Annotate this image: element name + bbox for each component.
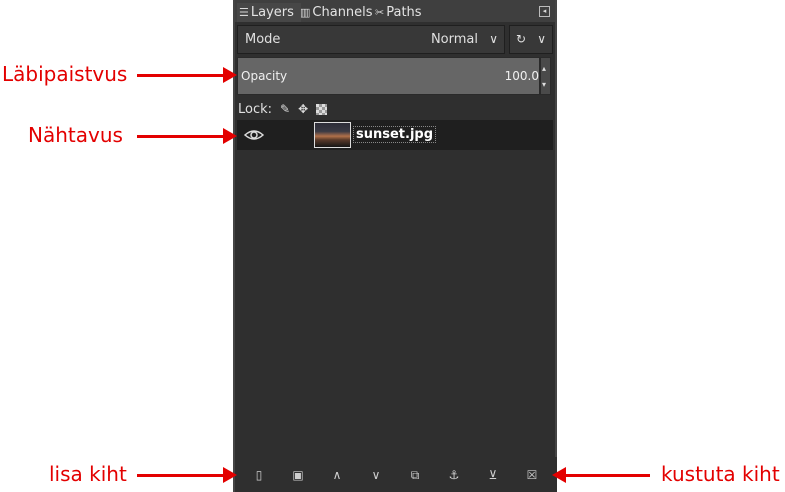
arrow-left-icon bbox=[552, 467, 650, 483]
annotation-delete-layer: kustuta kiht bbox=[661, 462, 780, 486]
lock-row: Lock: ✎ ✥ bbox=[238, 100, 328, 118]
opacity-slider[interactable]: Opacity 100.0 bbox=[237, 57, 540, 95]
dock-tabs: ☰ Layers ▥ Channels ✂ Paths ◂ bbox=[235, 0, 555, 22]
spin-down-icon[interactable]: ▾ bbox=[542, 80, 546, 89]
anchor-layer-icon[interactable]: ⚓ bbox=[446, 467, 462, 483]
chevron-down-icon: ∨ bbox=[489, 32, 498, 46]
tab-label: Layers bbox=[250, 5, 294, 20]
layers-content: Mode Normal ∨ ↻ ∨ Opacity 100.0 ▴ ▾ Lock… bbox=[235, 22, 557, 492]
spin-up-icon[interactable]: ▴ bbox=[542, 64, 546, 73]
tab-channels[interactable]: ▥ Channels bbox=[298, 3, 374, 22]
chevron-down-icon: ∨ bbox=[537, 32, 546, 46]
arrow-right-icon bbox=[137, 67, 237, 83]
dock-menu-button[interactable]: ◂ bbox=[539, 6, 550, 17]
tab-paths[interactable]: ✂ Paths bbox=[373, 3, 429, 22]
tab-label: Paths bbox=[386, 5, 422, 20]
merge-down-icon[interactable]: ⊻ bbox=[485, 467, 501, 483]
layer-toolbar: ▯ ▣ ∧ ∨ ⧉ ⚓ ⊻ ☒ bbox=[237, 457, 557, 492]
annotation-add-layer: lisa kiht bbox=[49, 462, 127, 486]
raise-layer-icon[interactable]: ∧ bbox=[329, 467, 345, 483]
duplicate-layer-icon[interactable]: ⧉ bbox=[407, 467, 423, 483]
new-layer-icon[interactable]: ▯ bbox=[251, 467, 267, 483]
lower-layer-icon[interactable]: ∨ bbox=[368, 467, 384, 483]
arrow-right-icon bbox=[137, 467, 237, 483]
paths-icon: ✂ bbox=[375, 6, 385, 19]
annotation-opacity: Läbipaistvus bbox=[2, 62, 128, 86]
opacity-spinner[interactable]: ▴ ▾ bbox=[540, 57, 551, 95]
mode-value: Normal bbox=[430, 32, 478, 47]
tab-layers[interactable]: ☰ Layers bbox=[237, 3, 301, 22]
mode-label: Mode bbox=[245, 32, 281, 47]
annotation-visibility: Nähtavus bbox=[28, 123, 123, 147]
reset-icon: ↻ bbox=[516, 32, 527, 46]
channels-icon: ▥ bbox=[300, 6, 311, 19]
layers-icon: ☰ bbox=[239, 6, 249, 19]
layer-thumbnail bbox=[314, 122, 351, 148]
arrow-right-icon bbox=[137, 128, 237, 144]
eye-icon[interactable] bbox=[244, 125, 264, 145]
new-layer-group-icon[interactable]: ▣ bbox=[290, 467, 306, 483]
lock-alpha-icon[interactable] bbox=[316, 103, 328, 115]
layer-name[interactable]: sunset.jpg bbox=[353, 126, 437, 143]
delete-layer-icon[interactable]: ☒ bbox=[524, 467, 540, 483]
opacity-value: 100.0 bbox=[504, 69, 539, 83]
layers-dock: ☰ Layers ▥ Channels ✂ Paths ◂ Mode Norma… bbox=[233, 0, 557, 492]
opacity-label: Opacity bbox=[241, 69, 288, 83]
tab-label: Channels bbox=[312, 5, 373, 20]
lock-pixels-icon[interactable]: ✎ bbox=[280, 102, 290, 116]
composite-mode-button[interactable]: ↻ ∨ bbox=[509, 25, 553, 54]
lock-position-icon[interactable]: ✥ bbox=[298, 102, 308, 116]
layer-row[interactable]: sunset.jpg bbox=[237, 120, 553, 150]
mode-select[interactable]: Mode Normal ∨ bbox=[237, 25, 505, 54]
lock-label: Lock: bbox=[238, 101, 273, 117]
